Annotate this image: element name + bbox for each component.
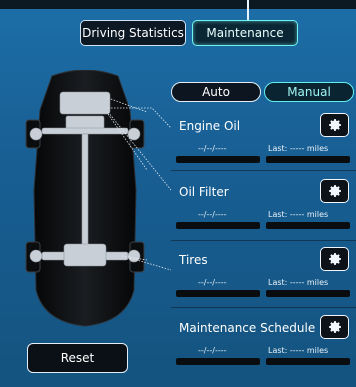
item-date: --/--/---- [198, 346, 227, 355]
miles-bar [266, 222, 350, 229]
date-bar [176, 358, 260, 365]
reset-button[interactable]: Reset [27, 343, 128, 373]
maintenance-item-oil-filter: Oil Filter --/--/---- Last: ----- miles [171, 177, 356, 235]
date-bar [176, 222, 260, 229]
maintenance-item-tires: Tires --/--/---- Last: ----- miles [171, 245, 356, 303]
item-date: --/--/---- [198, 144, 227, 153]
row-divider [171, 307, 356, 308]
oil-filter-settings-button[interactable] [320, 179, 349, 203]
item-last: Last: ----- miles [268, 210, 329, 219]
mode-manual-button[interactable]: Manual [264, 82, 354, 102]
row-divider [171, 170, 356, 171]
gear-icon [328, 321, 341, 333]
maintenance-item-engine-oil: Engine Oil --/--/---- Last: ----- miles [171, 111, 356, 169]
item-date: --/--/---- [198, 278, 227, 287]
item-label: Engine Oil [179, 119, 241, 133]
date-bar [176, 156, 260, 163]
maintenance-screen: Driving Statistics Maintenance Reset Aut… [0, 0, 356, 387]
engine-oil-settings-button[interactable] [320, 113, 349, 137]
item-last: Last: ----- miles [268, 144, 329, 153]
date-bar [176, 290, 260, 297]
gear-icon [328, 253, 341, 265]
schedule-settings-button[interactable] [320, 315, 349, 339]
gear-icon [328, 119, 341, 131]
mode-auto-button[interactable]: Auto [171, 82, 261, 102]
row-divider [171, 240, 356, 241]
item-label: Maintenance Schedule [179, 321, 316, 335]
item-label: Oil Filter [179, 185, 229, 199]
maintenance-item-schedule: Maintenance Schedule --/--/---- Last: --… [171, 313, 356, 371]
gear-icon [328, 185, 341, 197]
miles-bar [266, 156, 350, 163]
item-last: Last: ----- miles [268, 346, 329, 355]
item-label: Tires [179, 253, 208, 267]
miles-bar [266, 290, 350, 297]
miles-bar [266, 358, 350, 365]
tires-settings-button[interactable] [320, 247, 349, 271]
item-date: --/--/---- [198, 210, 227, 219]
item-last: Last: ----- miles [268, 278, 329, 287]
